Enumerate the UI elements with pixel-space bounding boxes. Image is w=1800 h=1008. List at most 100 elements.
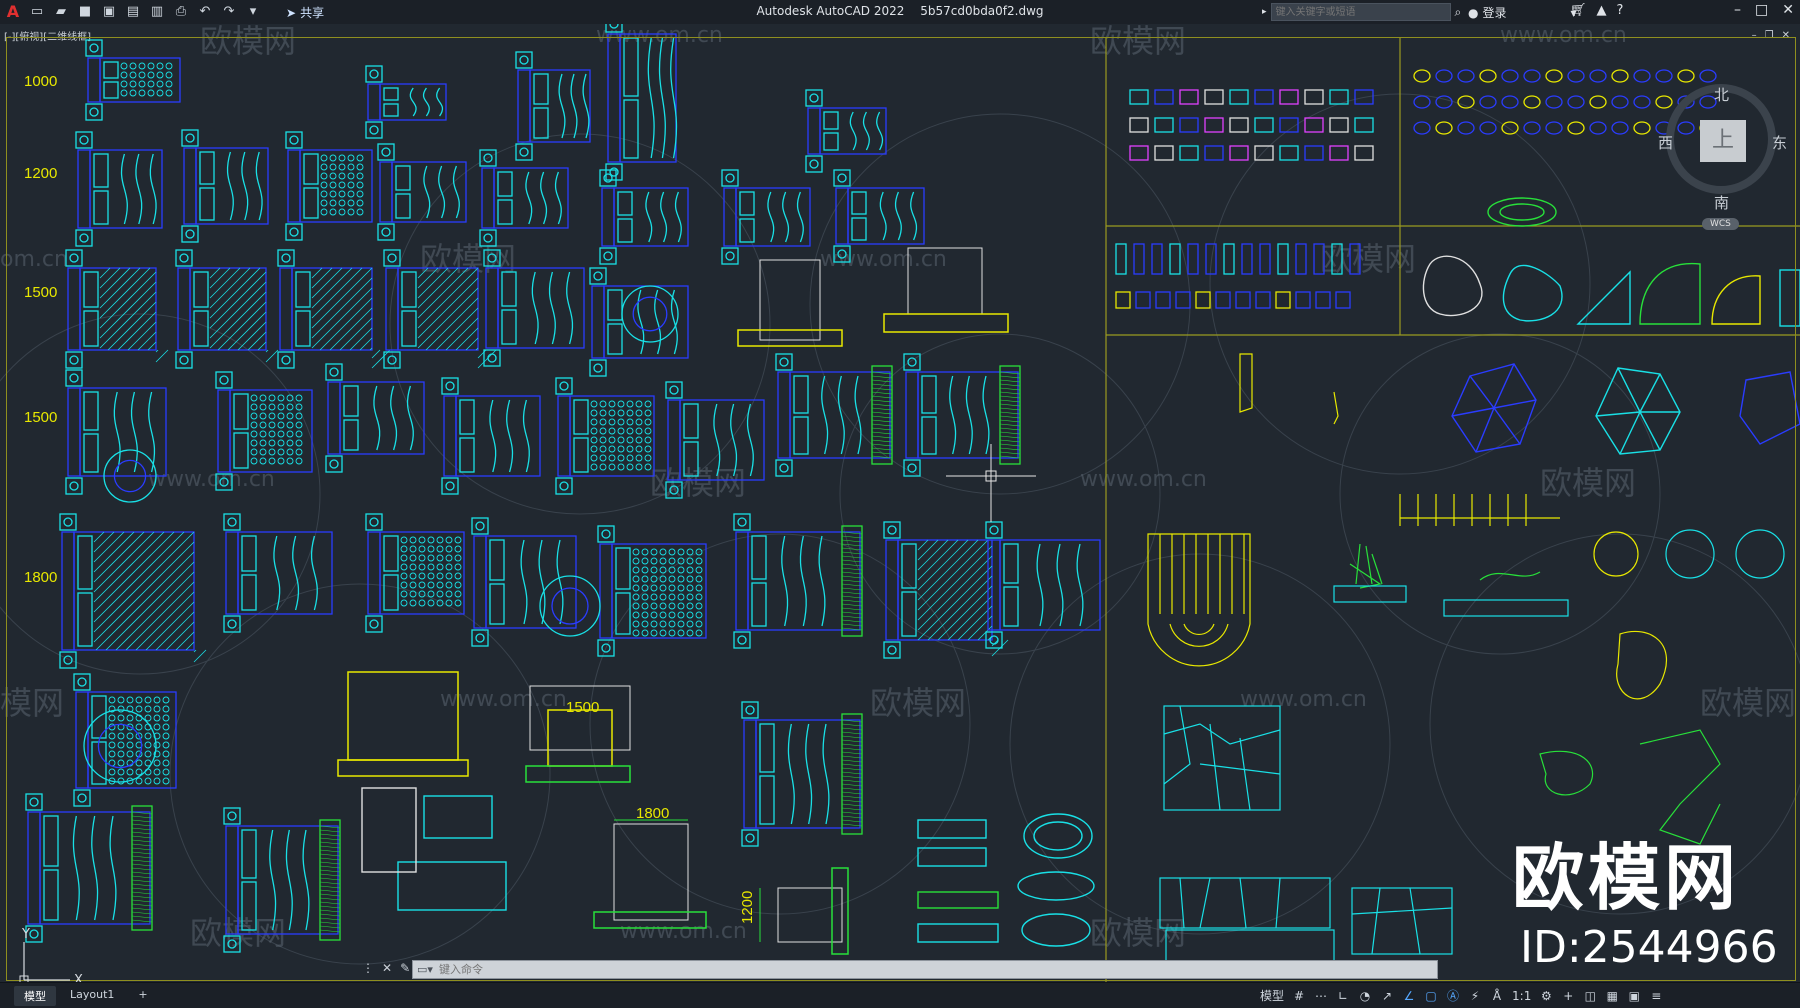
annotation-visibility-icon[interactable]: Ⓐ [1446, 987, 1460, 1004]
sanitary-symbol[interactable] [1413, 121, 1431, 135]
tab-model[interactable]: 模型 [14, 986, 56, 1006]
appliance-symbol[interactable] [1179, 145, 1199, 161]
bed-block[interactable] [721, 169, 811, 265]
bed-block[interactable] [903, 353, 1021, 477]
bed-block[interactable] [555, 377, 655, 495]
bed-block[interactable] [589, 267, 689, 377]
sanitary-symbol[interactable] [1611, 69, 1629, 83]
appliance-symbol[interactable] [1179, 117, 1199, 133]
appliance-symbol[interactable] [1329, 145, 1349, 161]
bed-block[interactable] [65, 369, 167, 495]
add-layout-icon[interactable]: + [128, 986, 157, 1006]
paving-blocks[interactable] [1159, 705, 1453, 977]
search-icon[interactable]: ⌕ [1455, 5, 1462, 20]
redo-icon[interactable]: ↷ [220, 2, 238, 20]
ortho-icon[interactable]: ∟ [1336, 989, 1350, 1003]
sanitary-symbol[interactable] [1545, 69, 1563, 83]
command-input[interactable] [437, 961, 1437, 978]
view-cube[interactable]: 上 北 南 西 东 WCS [1658, 64, 1790, 230]
object-snap-tracking-icon[interactable]: ∠ [1402, 989, 1416, 1003]
appliance-symbol[interactable] [1304, 89, 1324, 105]
umbrella-blocks[interactable] [1451, 363, 1800, 455]
sanitary-symbol[interactable] [1523, 69, 1541, 83]
appliance-symbol[interactable] [1304, 145, 1324, 161]
bed-block[interactable] [985, 521, 1101, 649]
workspace-gear-icon[interactable]: ⚙ [1539, 989, 1553, 1003]
bed-block[interactable] [479, 149, 569, 247]
bed-block[interactable] [181, 129, 269, 243]
sanitary-symbol[interactable] [1567, 121, 1585, 135]
compass-east[interactable]: 东 [1772, 132, 1787, 153]
search-expand-icon[interactable]: ▸ [1262, 7, 1267, 17]
bed-block[interactable] [285, 131, 373, 241]
sanitary-symbol[interactable] [1545, 121, 1563, 135]
appliance-symbol[interactable] [1133, 243, 1145, 275]
round-bed-block[interactable] [539, 575, 601, 637]
bed-block[interactable] [665, 381, 765, 499]
sanitary-symbol[interactable] [1479, 69, 1497, 83]
bed-block[interactable] [883, 521, 1009, 659]
sanitary-symbol[interactable] [1633, 69, 1651, 83]
close-icon[interactable]: ✕ [1782, 2, 1794, 18]
command-settings-icon[interactable]: ✎ [400, 961, 410, 975]
sanitary-symbol[interactable] [1435, 95, 1453, 109]
appliance-symbol[interactable] [1315, 291, 1331, 309]
sanitary-symbol[interactable] [1457, 69, 1475, 83]
appliance-symbol[interactable] [1304, 117, 1324, 133]
command-grip-icon[interactable]: ⋮ [362, 961, 374, 975]
appliance-symbol[interactable] [1154, 89, 1174, 105]
autocad-logo-icon[interactable]: A [4, 2, 22, 21]
sanitary-symbol[interactable] [1501, 95, 1519, 109]
sign-in-button[interactable]: ● 登录 ▾ [1468, 4, 1577, 21]
sanitary-symbol[interactable] [1611, 121, 1629, 135]
web-mobile-icon[interactable]: ▤ [124, 2, 142, 20]
appliance-symbol[interactable] [1204, 145, 1224, 161]
appliance-symbol[interactable] [1295, 243, 1307, 275]
appliance-symbol[interactable] [1241, 243, 1253, 275]
bed-block[interactable] [85, 39, 181, 121]
model-space-button[interactable]: 模型 [1260, 987, 1284, 1004]
appliance-symbol[interactable] [1275, 291, 1291, 309]
bed-block[interactable] [325, 363, 425, 473]
appliance-symbol[interactable] [1115, 243, 1127, 275]
tab-layout1[interactable]: Layout1 [60, 986, 124, 1006]
appliance-symbol[interactable] [1115, 291, 1131, 309]
bed-block[interactable] [805, 89, 887, 173]
appliance-symbol[interactable] [1187, 243, 1199, 275]
isodraft-icon[interactable]: ↗ [1380, 989, 1394, 1003]
appliance-symbol[interactable] [1254, 89, 1274, 105]
sanitary-symbol[interactable] [1501, 121, 1519, 135]
compass-south[interactable]: 南 [1714, 192, 1729, 213]
sanitary-symbol[interactable] [1413, 95, 1431, 109]
bed-block[interactable] [365, 65, 447, 139]
round-bed-block[interactable] [621, 285, 679, 343]
share-button[interactable]: ➤ 共享 [286, 4, 324, 21]
undo-icon[interactable]: ↶ [196, 2, 214, 20]
sanitary-symbol[interactable] [1611, 95, 1629, 109]
bed-block[interactable] [73, 673, 177, 807]
isolate-objects-icon[interactable]: ◫ [1583, 989, 1597, 1003]
appliance-symbol[interactable] [1151, 243, 1163, 275]
sanitary-symbol[interactable] [1589, 121, 1607, 135]
new-file-icon[interactable]: ▭ [28, 2, 46, 20]
bed-block[interactable] [65, 249, 169, 369]
command-close-icon[interactable]: ✕ [382, 961, 392, 975]
sanitary-symbol[interactable] [1633, 121, 1651, 135]
snap-icon[interactable]: ⋯ [1314, 989, 1328, 1003]
search-input[interactable] [1270, 3, 1451, 21]
open-folder-icon[interactable]: ▰ [52, 2, 70, 20]
sanitary-symbol[interactable] [1435, 121, 1453, 135]
wcs-menu[interactable]: WCS [1702, 218, 1739, 230]
annotation-scale-value[interactable]: 1:1 [1512, 989, 1531, 1003]
customize-toolbar-icon[interactable]: ▾ [244, 2, 262, 20]
help-icon[interactable]: ? [1617, 3, 1624, 18]
autodesk-app-icon[interactable]: ▲ [1597, 3, 1607, 18]
sanitary-symbol[interactable] [1435, 69, 1453, 83]
sanitary-symbol[interactable] [1479, 95, 1497, 109]
bed-block[interactable] [515, 51, 591, 161]
appliance-symbol[interactable] [1175, 291, 1191, 309]
bed-block[interactable] [483, 249, 585, 367]
appliance-symbol[interactable] [1204, 117, 1224, 133]
bed-block[interactable] [741, 701, 863, 847]
plot-icon[interactable]: ⎙ [172, 2, 190, 20]
